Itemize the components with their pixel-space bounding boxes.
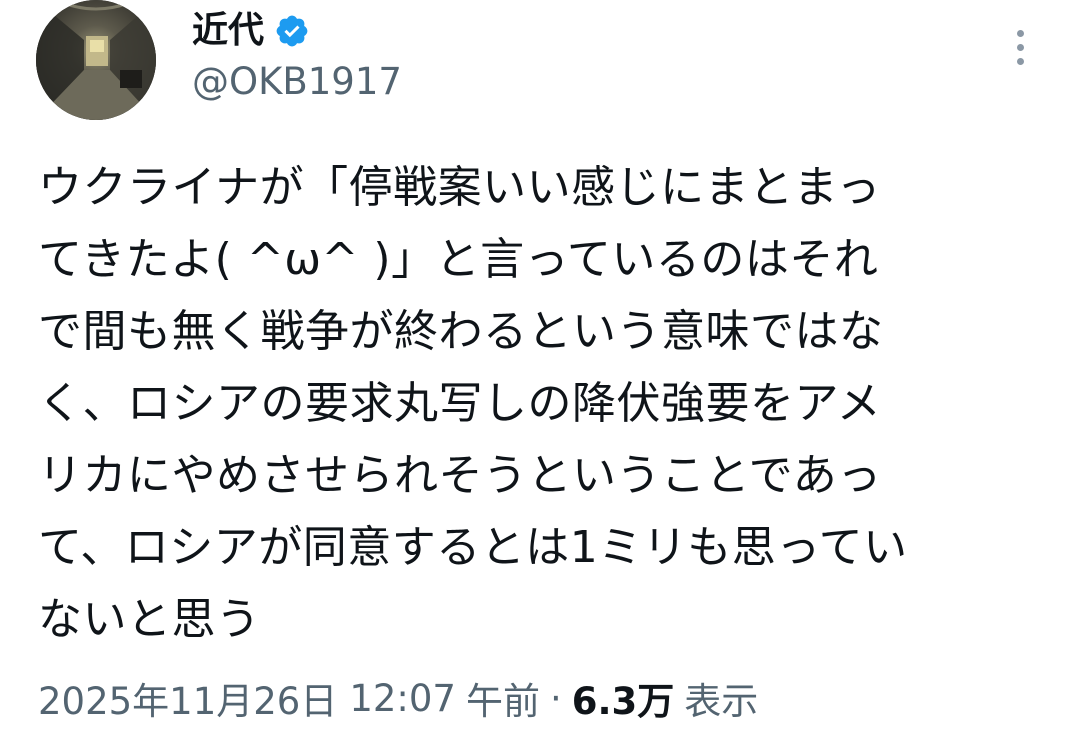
tweet-header: 近代 @OKB1917	[0, 0, 1080, 130]
more-dot	[1016, 57, 1024, 65]
meta-separator: ·	[549, 676, 562, 720]
tweet-text-line: く、ロシアの要求丸写しの降伏強要をアメ	[38, 378, 882, 429]
more-vertical-icon[interactable]	[1000, 22, 1040, 72]
more-dot	[1016, 29, 1024, 37]
verified-badge-icon	[274, 13, 310, 49]
tweet-text-line: リカにやめさせられそうということであっ	[38, 450, 882, 501]
author-name-row: 近代	[192, 6, 310, 56]
tweet-ampm[interactable]: 午前	[466, 671, 540, 725]
tweet-text-line: で間も無く戦争が終わるという意味ではな	[38, 306, 884, 357]
author-avatar[interactable]	[36, 0, 156, 120]
tunnel-photo-avatar	[36, 0, 156, 120]
tweet-text-line: ないと思う	[38, 594, 261, 645]
tweet-text-line: ウクライナが「停戦案いい感じにまとまっ	[38, 162, 881, 213]
tweet-text-line: て、ロシアが同意するとは1ミリも思ってい	[38, 522, 908, 573]
tweet-meta: 2025年11月26日 12:07 午前 · 6.3万 表示	[38, 670, 758, 726]
tweet-text: ウクライナが「停戦案いい感じにまとまっ てきたよ( ^ω^ )」と言っているのは…	[38, 152, 1048, 656]
author-handle[interactable]: @OKB1917	[192, 60, 402, 104]
more-dot	[1016, 43, 1024, 51]
author-display-name[interactable]: 近代	[192, 13, 264, 49]
tweet-text-line: てきたよ( ^ω^ )」と言っているのはそれ	[38, 234, 879, 285]
tweet-time[interactable]: 12:07	[349, 677, 456, 720]
views-count[interactable]: 6.3万	[572, 671, 675, 725]
tweet-date[interactable]: 2025年11月26日	[38, 671, 337, 725]
views-label: 表示	[684, 680, 759, 723]
